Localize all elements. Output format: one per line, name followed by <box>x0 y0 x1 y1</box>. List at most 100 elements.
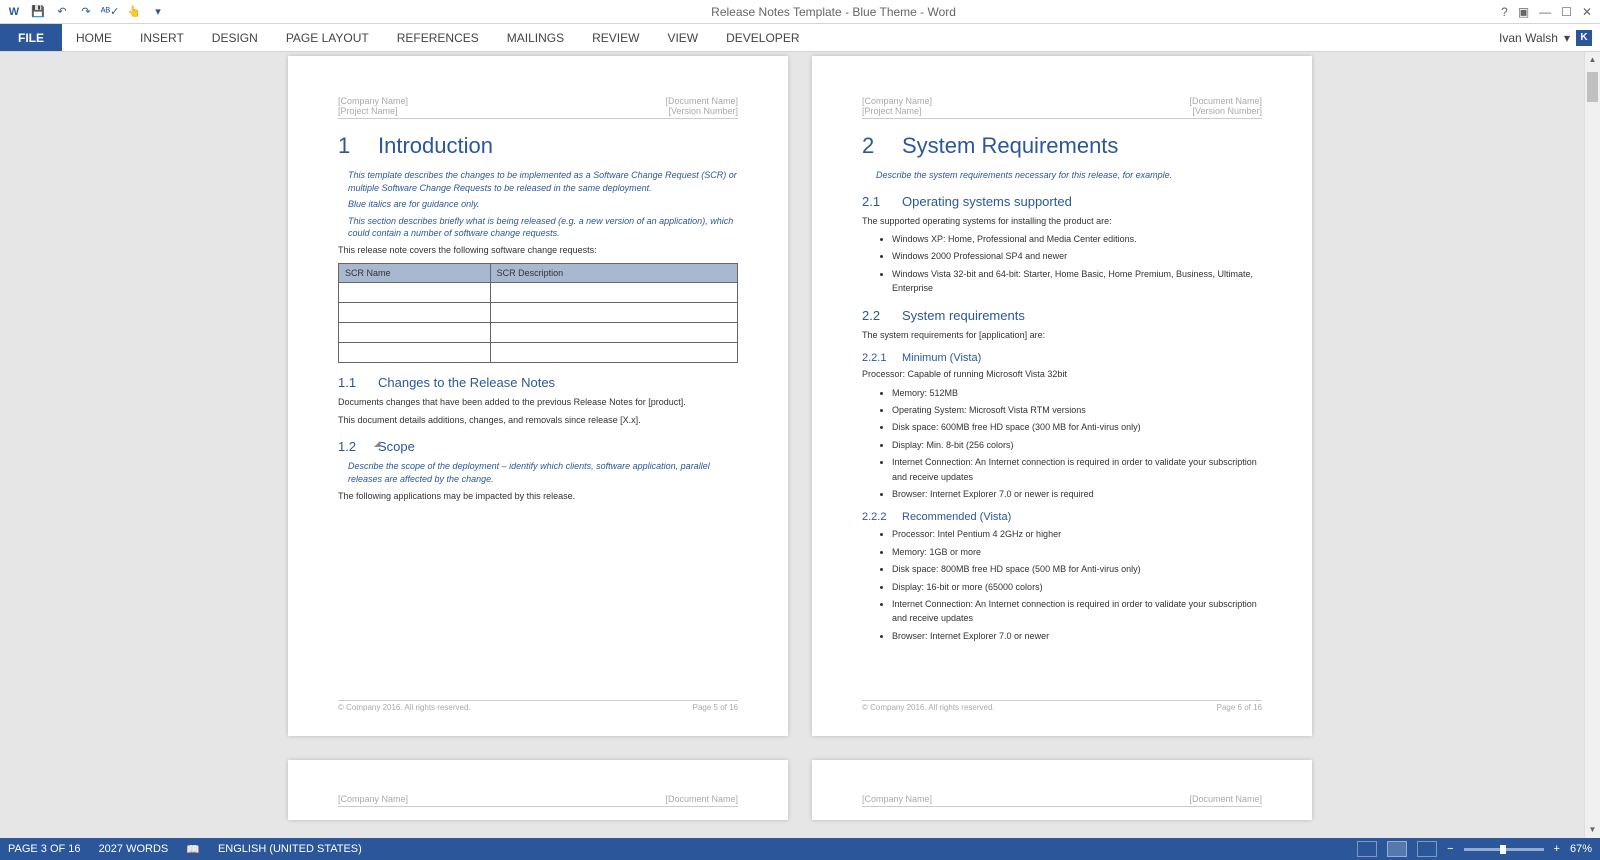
tab-review[interactable]: REVIEW <box>578 24 653 51</box>
heading-3[interactable]: 2.2.2Recommended (Vista) <box>862 511 1262 523</box>
guidance-text[interactable]: Describe the scope of the deployment – i… <box>348 460 738 485</box>
zoom-out-icon[interactable]: − <box>1447 843 1453 855</box>
zoom-in-icon[interactable]: + <box>1554 843 1560 855</box>
guidance-text[interactable]: Describe the system requirements necessa… <box>876 169 1262 182</box>
list-item[interactable]: Memory: 1GB or more <box>892 545 1262 559</box>
zoom-slider[interactable] <box>1464 848 1544 851</box>
document-page[interactable]: [Company Name] [Project Name] [Document … <box>812 56 1312 736</box>
document-page-partial[interactable]: [Company Name] [Document Name] <box>288 760 788 820</box>
tab-home[interactable]: HOME <box>62 24 126 51</box>
body-text[interactable]: This document details additions, changes… <box>338 414 738 428</box>
save-icon[interactable]: 💾 <box>30 4 46 20</box>
header-docname: [Document Name] <box>665 96 738 106</box>
window-buttons: ? ▣ — ☐ ✕ <box>1501 5 1600 19</box>
list-item[interactable]: Processor: Intel Pentium 4 2GHz or highe… <box>892 527 1262 541</box>
document-page[interactable]: [Company Name] [Project Name] [Document … <box>288 56 788 736</box>
tab-developer[interactable]: DEVELOPER <box>712 24 813 51</box>
list-item[interactable]: Browser: Internet Explorer 7.0 or newer <box>892 629 1262 643</box>
touch-mode-icon[interactable]: 👆 <box>126 4 142 20</box>
bullet-list[interactable]: Memory: 512MB Operating System: Microsof… <box>892 386 1262 502</box>
list-item[interactable]: Disk space: 600MB free HD space (300 MB … <box>892 420 1262 434</box>
header-project: [Project Name] <box>338 106 408 116</box>
redo-icon[interactable]: ↷ <box>78 4 94 20</box>
tab-page-layout[interactable]: PAGE LAYOUT <box>272 24 383 51</box>
tab-insert[interactable]: INSERT <box>126 24 198 51</box>
heading-2[interactable]: 1.2Scope <box>338 439 738 454</box>
body-text[interactable]: The supported operating systems for inst… <box>862 215 1262 229</box>
heading-1[interactable]: 2System Requirements <box>862 133 1262 159</box>
list-item[interactable]: Windows 2000 Professional SP4 and newer <box>892 249 1262 263</box>
read-mode-icon[interactable] <box>1357 841 1377 857</box>
body-text[interactable]: The system requirements for [application… <box>862 329 1262 343</box>
heading-2[interactable]: 1.1Changes to the Release Notes <box>338 375 738 390</box>
scroll-up-icon[interactable]: ▲ <box>1585 52 1600 68</box>
zoom-level[interactable]: 67% <box>1570 843 1592 855</box>
footer-copyright: © Company 2016. All rights reserved. <box>862 703 995 712</box>
undo-icon[interactable]: ↶ <box>54 4 70 20</box>
list-item[interactable]: Internet Connection: An Internet connect… <box>892 455 1262 484</box>
bullet-list[interactable]: Processor: Intel Pentium 4 2GHz or highe… <box>892 527 1262 643</box>
print-layout-icon[interactable] <box>1387 841 1407 857</box>
maximize-icon[interactable]: ☐ <box>1561 5 1572 19</box>
qat-customize-icon[interactable]: ▾ <box>150 4 166 20</box>
guidance-text[interactable]: Blue italics are for guidance only. <box>348 198 738 211</box>
heading-2[interactable]: 2.2System requirements <box>862 308 1262 323</box>
body-text[interactable]: This release note covers the following s… <box>338 244 738 258</box>
minimize-icon[interactable]: — <box>1539 5 1551 19</box>
collapse-triangle-icon[interactable]: ◢ <box>374 439 380 448</box>
list-item[interactable]: Browser: Internet Explorer 7.0 or newer … <box>892 487 1262 501</box>
scr-table[interactable]: SCR NameSCR Description <box>338 263 738 363</box>
list-item[interactable]: Disk space: 800MB free HD space (500 MB … <box>892 562 1262 576</box>
guidance-text[interactable]: This section describes briefly what is b… <box>348 215 738 240</box>
table-header[interactable]: SCR Description <box>490 264 737 283</box>
list-item[interactable]: Display: Min. 8-bit (256 colors) <box>892 438 1262 452</box>
list-item[interactable]: Memory: 512MB <box>892 386 1262 400</box>
header-company: [Company Name] <box>862 96 932 106</box>
header-version: [Version Number] <box>1189 106 1262 116</box>
word-count[interactable]: 2027 WORDS <box>99 843 169 855</box>
page-header: [Company Name] [Document Name] <box>338 794 738 807</box>
vertical-scrollbar[interactable]: ▲ ▼ <box>1584 52 1600 838</box>
user-account[interactable]: Ivan Walsh ▾ K <box>1499 30 1600 46</box>
tab-view[interactable]: VIEW <box>653 24 712 51</box>
list-item[interactable]: Display: 16-bit or more (65000 colors) <box>892 580 1262 594</box>
header-project: [Project Name] <box>862 106 932 116</box>
table-row[interactable] <box>339 303 738 323</box>
body-text[interactable]: The following applications may be impact… <box>338 490 738 504</box>
bullet-list[interactable]: Windows XP: Home, Professional and Media… <box>892 232 1262 296</box>
help-icon[interactable]: ? <box>1501 5 1508 19</box>
document-title: Release Notes Template - Blue Theme - Wo… <box>166 5 1501 19</box>
header-version: [Version Number] <box>665 106 738 116</box>
tab-design[interactable]: DESIGN <box>198 24 272 51</box>
table-header[interactable]: SCR Name <box>339 264 491 283</box>
table-row[interactable] <box>339 283 738 303</box>
body-text[interactable]: Documents changes that have been added t… <box>338 396 738 410</box>
proofing-icon[interactable]: 📖 <box>186 843 200 856</box>
heading-1[interactable]: 1Introduction <box>338 133 738 159</box>
ribbon-display-icon[interactable]: ▣ <box>1518 5 1529 19</box>
guidance-text[interactable]: This template describes the changes to b… <box>348 169 738 194</box>
file-tab[interactable]: FILE <box>0 24 62 51</box>
language-indicator[interactable]: ENGLISH (UNITED STATES) <box>218 843 362 855</box>
page-indicator[interactable]: PAGE 3 OF 16 <box>8 843 81 855</box>
heading-3[interactable]: 2.2.1Minimum (Vista) <box>862 352 1262 364</box>
scroll-thumb[interactable] <box>1587 72 1598 102</box>
table-row[interactable] <box>339 343 738 363</box>
list-item[interactable]: Operating System: Microsoft Vista RTM ve… <box>892 403 1262 417</box>
document-workspace[interactable]: [Company Name] [Project Name] [Document … <box>0 52 1600 838</box>
heading-2[interactable]: 2.1Operating systems supported <box>862 194 1262 209</box>
table-row[interactable] <box>339 323 738 343</box>
body-text[interactable]: Processor: Capable of running Microsoft … <box>862 368 1262 382</box>
page-header: [Company Name] [Document Name] <box>862 794 1262 807</box>
web-layout-icon[interactable] <box>1417 841 1437 857</box>
close-icon[interactable]: ✕ <box>1582 5 1592 19</box>
tab-references[interactable]: REFERENCES <box>383 24 493 51</box>
tab-mailings[interactable]: MAILINGS <box>493 24 578 51</box>
list-item[interactable]: Windows Vista 32-bit and 64-bit: Starter… <box>892 267 1262 296</box>
ribbon-tabs: FILE HOME INSERT DESIGN PAGE LAYOUT REFE… <box>0 24 1600 52</box>
scroll-down-icon[interactable]: ▼ <box>1585 822 1600 838</box>
document-page-partial[interactable]: [Company Name] [Document Name] <box>812 760 1312 820</box>
spellcheck-icon[interactable]: ᴬᴮ✓ <box>102 4 118 20</box>
list-item[interactable]: Internet Connection: An Internet connect… <box>892 597 1262 626</box>
list-item[interactable]: Windows XP: Home, Professional and Media… <box>892 232 1262 246</box>
